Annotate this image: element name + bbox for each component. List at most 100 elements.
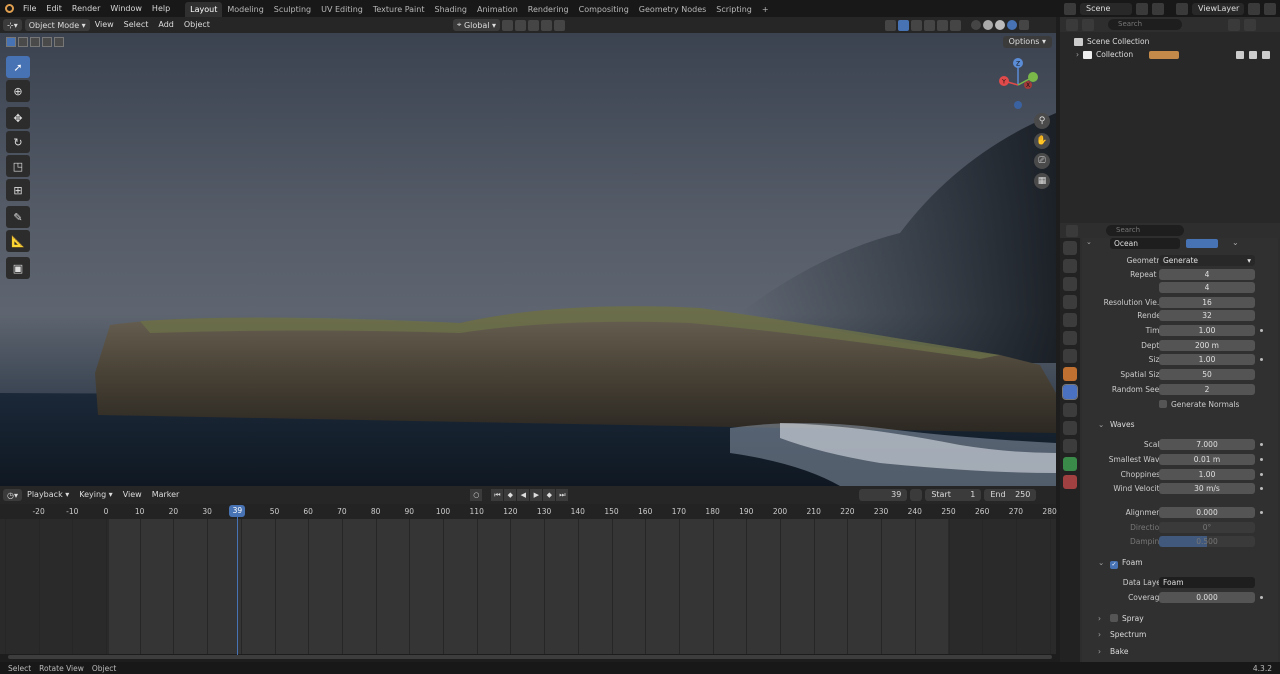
eye-icon[interactable] (1249, 50, 1257, 59)
menu-edit[interactable]: Edit (41, 0, 67, 17)
modifier-tab-icon[interactable] (1062, 384, 1078, 400)
snap-target-icon[interactable] (528, 19, 540, 31)
auto-key-icon[interactable]: ○ (470, 489, 483, 501)
timeline-area[interactable] (0, 519, 1056, 654)
tab-rendering[interactable]: Rendering (523, 2, 574, 17)
choppiness-field[interactable]: 1.00 (1159, 469, 1255, 480)
outliner-editor-icon[interactable] (1066, 18, 1078, 31)
menu-add[interactable]: Add (153, 17, 179, 33)
tab-animation[interactable]: Animation (472, 2, 523, 17)
time-field[interactable]: 1.00 (1159, 325, 1255, 336)
menu-object[interactable]: Object (179, 17, 215, 33)
menu-window[interactable]: Window (105, 0, 147, 17)
select-subtract-icon[interactable] (30, 37, 40, 47)
viewlayer-field[interactable]: ViewLayer (1192, 2, 1244, 15)
menu-select[interactable]: Select (119, 17, 154, 33)
wind-velocity-field[interactable]: 30 m/s (1159, 483, 1255, 494)
next-keyframe-icon[interactable]: ◆ (543, 489, 556, 501)
3d-viewport[interactable]: Options ▾ ➚ ⊕ ✥ ↻ ◳ ⊞ ✎ 📐 ▣ Z Y X ⚲ ✋ ⎚ (0, 33, 1056, 486)
gizmo-neg-z[interactable] (1014, 101, 1022, 109)
material-shading-icon[interactable] (995, 20, 1006, 30)
camera-view-icon[interactable]: ⎚ (1034, 153, 1050, 169)
preview-range-icon[interactable] (910, 489, 923, 501)
jump-start-icon[interactable]: ⏮ (491, 489, 504, 501)
outliner-row-collection[interactable]: › Collection (1060, 48, 1280, 61)
time-keyframe-dot-icon[interactable] (1260, 329, 1263, 332)
move-tool[interactable]: ✥ (6, 107, 30, 129)
geometry-dropdown[interactable]: Generate ▾ (1159, 255, 1255, 266)
delete-viewlayer-icon[interactable] (1264, 2, 1276, 15)
render-tab-icon[interactable] (1063, 259, 1077, 273)
foam-section-header[interactable]: ⌄ ✓ Foam (1082, 556, 1278, 570)
spatial-size-field[interactable]: 50 (1159, 369, 1255, 380)
timeline-editor-type-button[interactable]: ◷▾ (3, 489, 22, 501)
select-extend-icon[interactable] (18, 37, 28, 47)
tab-texture-paint[interactable]: Texture Paint (368, 2, 430, 17)
display-mode-icon[interactable] (1082, 18, 1094, 31)
add-cube-tool[interactable]: ▣ (6, 257, 30, 279)
generate-normals-checkbox[interactable]: Generate Normals (1159, 399, 1239, 411)
zoom-icon[interactable]: ⚲ (1034, 113, 1050, 129)
coverage-field[interactable]: 0.000 (1159, 592, 1255, 603)
play-icon[interactable]: ▶ (530, 489, 543, 501)
transform-tool[interactable]: ⊞ (6, 179, 30, 201)
timeline-scrollbar[interactable] (8, 655, 1052, 659)
waves-section-header[interactable]: ⌄ Waves (1082, 418, 1278, 432)
visibility-icon[interactable] (885, 19, 897, 31)
gizmo-toggle-icon[interactable] (898, 19, 910, 31)
proportional-edit-icon[interactable] (541, 19, 553, 31)
scale-field[interactable]: 7.000 (1159, 439, 1255, 450)
tab-sculpting[interactable]: Sculpting (269, 2, 316, 17)
snap-icon[interactable] (515, 19, 527, 31)
repeat-x-field[interactable]: 4 (1159, 269, 1255, 280)
constraints-tab-icon[interactable] (1063, 439, 1077, 453)
delete-scene-icon[interactable] (1152, 2, 1164, 15)
add-workspace-button[interactable]: + (757, 2, 774, 17)
expand-chevron-icon[interactable]: › (1076, 50, 1079, 59)
rotate-tool[interactable]: ↻ (6, 131, 30, 153)
scene-icon[interactable] (1064, 2, 1076, 15)
menu-timeline-view[interactable]: View (118, 487, 147, 503)
tab-layout[interactable]: Layout (185, 1, 223, 17)
select-new-icon[interactable] (6, 37, 16, 47)
bake-section-header[interactable]: › Bake (1082, 645, 1278, 659)
material-tab-icon[interactable] (1063, 475, 1077, 489)
damping-slider[interactable]: 0.500 (1159, 536, 1255, 547)
new-collection-icon[interactable] (1244, 18, 1256, 31)
new-scene-icon[interactable] (1136, 2, 1148, 15)
pivot-icon[interactable] (502, 19, 514, 31)
new-viewlayer-icon[interactable] (1248, 2, 1260, 15)
shading-dropdown-icon[interactable] (1019, 20, 1030, 30)
smallest-wave-field[interactable]: 0.01 m (1159, 454, 1255, 465)
outliner-search-input[interactable]: Search (1108, 19, 1182, 30)
random-seed-field[interactable]: 2 (1159, 384, 1255, 395)
output-tab-icon[interactable] (1063, 277, 1077, 291)
depth-field[interactable]: 200 m (1159, 340, 1255, 351)
editor-type-button[interactable]: ⊹▾ (3, 19, 22, 31)
world-tab-icon[interactable] (1063, 331, 1077, 345)
play-reverse-icon[interactable]: ◀ (517, 489, 530, 501)
menu-render[interactable]: Render (67, 0, 105, 17)
overlay-dropdown-icon[interactable] (937, 19, 949, 31)
solid-shading-icon[interactable] (983, 20, 994, 30)
modifier-name-field[interactable]: Ocean (1110, 238, 1180, 249)
camera-icon[interactable] (1262, 50, 1270, 59)
tab-shading[interactable]: Shading (429, 2, 472, 17)
exclude-checkbox-icon[interactable] (1236, 50, 1244, 59)
wind-velocity-keyframe-dot-icon[interactable] (1260, 487, 1263, 490)
pan-hand-icon[interactable]: ✋ (1034, 133, 1050, 149)
properties-search-input[interactable]: Search (1106, 225, 1184, 236)
timeline-ruler[interactable]: -20 -10 0 10 20 30 50 60 70 80 90 100 110 120 130 140 15… (0, 504, 1057, 519)
data-tab-icon[interactable] (1063, 457, 1077, 471)
modifier-menu-chevron-icon[interactable]: ⌄ (1232, 238, 1239, 247)
alignment-field[interactable]: 0.000 (1159, 507, 1255, 518)
physics-tab-icon[interactable] (1063, 421, 1077, 435)
smallest-wave-keyframe-dot-icon[interactable] (1260, 458, 1263, 461)
view-layer-tab-icon[interactable] (1063, 295, 1077, 309)
coverage-keyframe-dot-icon[interactable] (1260, 596, 1263, 599)
select-intersect-icon[interactable] (54, 37, 64, 47)
menu-marker[interactable]: Marker (147, 487, 185, 503)
repeat-y-field[interactable]: 4 (1159, 282, 1255, 293)
annotate-tool[interactable]: ✎ (6, 206, 30, 228)
xray-icon[interactable] (950, 19, 962, 31)
